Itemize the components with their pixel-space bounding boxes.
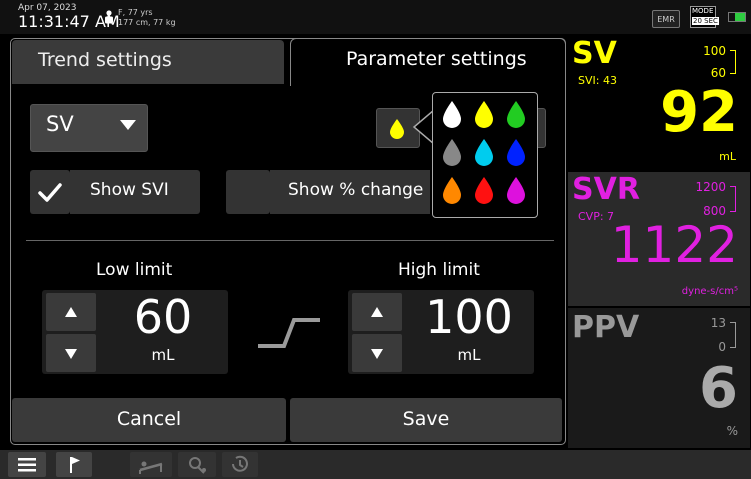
arrow-down-icon (65, 349, 77, 359)
cancel-button-label: Cancel (116, 408, 182, 430)
low-limit-value[interactable]: 60 (104, 290, 222, 344)
monitor-icon (189, 457, 206, 474)
show-pct-change-checkbox[interactable] (226, 170, 270, 214)
arrow-down-icon (371, 349, 383, 359)
sv-unit: mL (719, 150, 736, 163)
ppv-unit: % (726, 424, 738, 438)
color-swatch-droplet[interactable] (440, 176, 464, 206)
sv-parameter-name: SV (572, 36, 617, 71)
bottom-toolbar (0, 450, 751, 479)
low-limit-increment-button[interactable] (46, 293, 96, 331)
flag-button[interactable] (56, 452, 92, 477)
bed-button[interactable] (130, 452, 172, 477)
palette-pointer (412, 110, 434, 144)
svr-limit-bracket (730, 186, 736, 212)
svr-parameter-name: SVR (572, 172, 640, 207)
color-swatch-droplet[interactable] (504, 138, 528, 168)
emr-button[interactable]: EMR (652, 10, 680, 28)
color-swatch-droplet[interactable] (504, 100, 528, 130)
svr-unit: dyne-s/cm⁵ (681, 286, 738, 297)
patient-measurements[interactable]: 177 cm, 77 kg (118, 18, 176, 27)
ppv-high-limit: 13 (710, 316, 726, 330)
ppv-parameter-name: PPV (572, 310, 640, 345)
tab-trend-label: Trend settings (38, 49, 172, 71)
history-button[interactable] (222, 452, 258, 477)
sv-low-limit: 60 (710, 66, 726, 80)
patient-demographics[interactable]: F, 77 yrs (118, 8, 153, 17)
show-svi-label: Show SVI (90, 180, 169, 200)
monitor-button[interactable] (178, 452, 216, 477)
color-swatch-droplet[interactable] (472, 176, 496, 206)
menu-button[interactable] (8, 452, 46, 477)
sv-value: 92 (660, 80, 738, 145)
sv-limit-bracket (730, 50, 736, 74)
color-swatch-droplet[interactable] (440, 100, 464, 130)
history-icon (232, 455, 248, 472)
checkmark-icon (38, 183, 62, 202)
color-swatch-droplet[interactable] (472, 138, 496, 168)
low-limit-title: Low limit (96, 260, 173, 280)
parameter-dropdown-value: SV (46, 112, 74, 136)
mode-label: MODE (692, 7, 714, 15)
high-limit-title: High limit (398, 260, 480, 280)
arrow-up-icon (371, 307, 383, 317)
bed-icon (139, 461, 163, 474)
range-link-icon (258, 318, 320, 348)
color-swatch-droplet[interactable] (472, 100, 496, 130)
droplet-icon (390, 119, 404, 139)
divider (26, 240, 554, 241)
low-limit-unit: mL (151, 346, 175, 364)
svr-high-limit: 1200 (695, 180, 726, 194)
ppv-limit-bracket (730, 322, 736, 348)
ppv-low-limit: 0 (718, 340, 726, 354)
sv-high-limit: 100 (703, 44, 726, 58)
chevron-down-icon (120, 120, 136, 130)
mode-value: 20 SEC (692, 17, 719, 25)
high-limit-unit: mL (457, 346, 481, 364)
save-button-label: Save (402, 408, 450, 430)
battery-level (735, 13, 745, 21)
color-swatch-droplet[interactable] (504, 176, 528, 206)
hamburger-icon (18, 458, 36, 472)
tab-parameter-label: Parameter settings (346, 48, 527, 70)
high-limit-value[interactable]: 100 (406, 290, 532, 344)
flag-icon (70, 457, 80, 473)
patient-icon (105, 10, 113, 24)
svr-value: 1122 (610, 216, 738, 274)
high-limit-decrement-button[interactable] (352, 334, 402, 372)
ppv-value: 6 (699, 356, 738, 421)
high-limit-increment-button[interactable] (352, 293, 402, 331)
show-pct-change-label: Show % change (288, 180, 424, 200)
color-swatch-droplet[interactable] (440, 138, 464, 168)
arrow-up-icon (65, 307, 77, 317)
low-limit-decrement-button[interactable] (46, 334, 96, 372)
